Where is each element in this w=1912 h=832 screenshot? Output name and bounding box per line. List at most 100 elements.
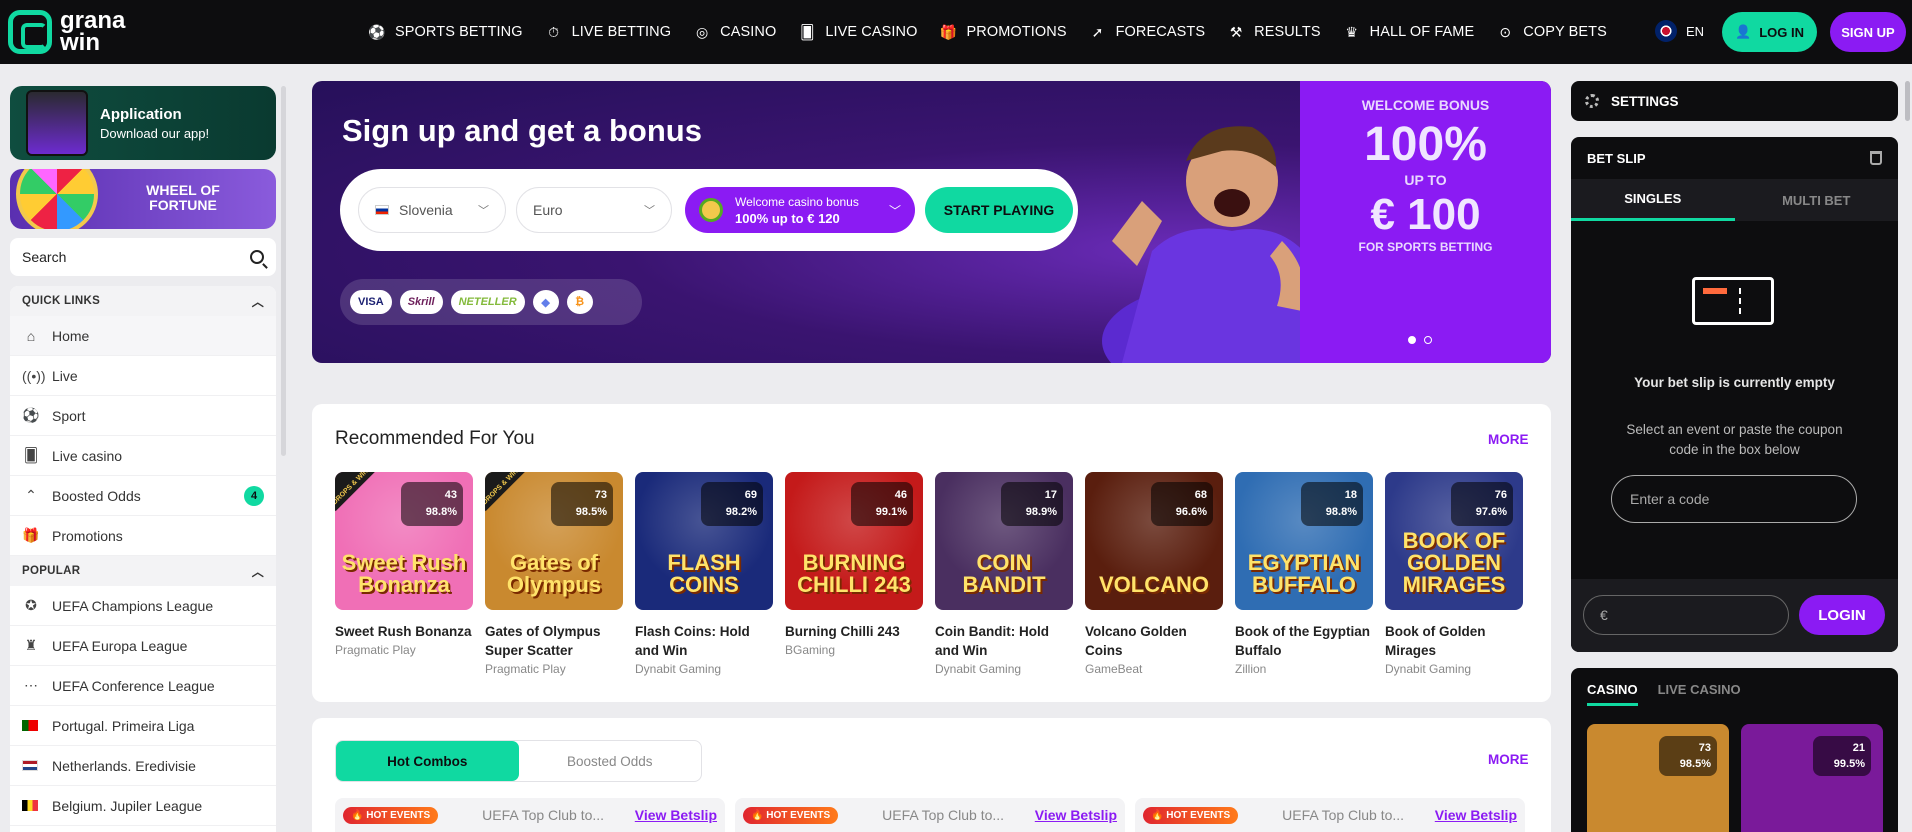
game-card[interactable]: 68 96.6% VOLCANO Volcano Golden Coins GameBe…: [1085, 472, 1223, 676]
trash-icon[interactable]: [1870, 151, 1882, 165]
sidebar-item-conference-league[interactable]: ⋯ UEFA Conference League: [10, 666, 276, 706]
nav-copy-bets[interactable]: ⊙ COPY BETS: [1496, 23, 1607, 41]
rtp-value: 98.8%: [425, 506, 457, 518]
game-card[interactable]: 17 98.9% COIN BANDIT Coin Bandit: Hold and …: [935, 472, 1073, 676]
game-name[interactable]: Gates of Olympus Super Scatter: [485, 622, 623, 660]
page-scrollbar[interactable]: [1905, 81, 1910, 121]
game-thumbnail[interactable]: 18 98.8% EGYPTIAN BUFFALO: [1235, 472, 1373, 610]
game-name[interactable]: Flash Coins: Hold and Win: [635, 622, 773, 660]
game-name[interactable]: Book of the Egyptian Buffalo: [1235, 622, 1373, 660]
game-art-title: Gates of Olympus: [506, 550, 602, 597]
nav-results[interactable]: ⚒ RESULTS: [1227, 23, 1321, 41]
nav-live-casino[interactable]: 🂠 LIVE CASINO: [798, 23, 917, 41]
carousel-dot[interactable]: [1424, 336, 1432, 344]
game-card[interactable]: DROPS & WINS 73 98.5% Gates of Olympus Gates…: [485, 472, 623, 676]
coupon-code-input[interactable]: [1611, 475, 1857, 523]
combo-card[interactable]: 🔥 HOT EVENTS UEFA Top Club to... View Be…: [735, 798, 1125, 832]
tab-multi-bet[interactable]: MULTI BET: [1735, 179, 1899, 221]
game-thumbnail[interactable]: 46 99.1% BURNING CHILLI 243: [785, 472, 923, 610]
quick-links-header[interactable]: QUICK LINKS ︿: [10, 286, 276, 316]
sidebar-item-champions-league[interactable]: ✪ UEFA Champions League: [10, 586, 276, 626]
game-thumbnail[interactable]: DROPS & WINS 73 98.5% Gates of Olympus: [485, 472, 623, 610]
currency-select[interactable]: Euro ﹀: [516, 187, 672, 233]
settings-label: SETTINGS: [1611, 93, 1679, 109]
tab-casino[interactable]: CASINO: [1587, 682, 1638, 706]
game-thumbnail[interactable]: DROPS & WINS 43 98.8% Sweet Rush Bonanza: [335, 472, 473, 610]
view-betslip-link[interactable]: View Betslip: [1035, 807, 1117, 823]
tab-live-casino[interactable]: LIVE CASINO: [1658, 682, 1741, 706]
game-thumbnail[interactable]: 17 98.9% COIN BANDIT: [935, 472, 1073, 610]
nav-promotions[interactable]: 🎁 PROMOTIONS: [940, 23, 1067, 41]
game-provider: GameBeat: [1085, 662, 1143, 676]
sidebar-item-primeira-liga[interactable]: Portugal. Primeira Liga: [10, 706, 276, 746]
game-name[interactable]: Book of Golden Mirages: [1385, 622, 1523, 660]
start-playing-button[interactable]: START PLAYING: [925, 187, 1073, 233]
sidebar-search-input[interactable]: Search: [10, 238, 276, 276]
betslip-login-button[interactable]: LOGIN: [1799, 595, 1885, 635]
game-name[interactable]: Burning Chilli 243: [785, 622, 923, 641]
casino-panel-game-tile[interactable]: 21 99.5%: [1741, 724, 1883, 832]
recommended-more-link[interactable]: MORE: [1488, 432, 1529, 447]
settings-button[interactable]: SETTINGS: [1571, 81, 1898, 121]
nav-hall-of-fame[interactable]: ♛ HALL OF FAME: [1343, 23, 1475, 41]
combo-name: UEFA Top Club to...: [482, 807, 605, 823]
players-count: 68: [1194, 489, 1207, 501]
popular-header[interactable]: POPULAR ︿: [10, 556, 276, 586]
granawin-logo[interactable]: grana win: [8, 6, 168, 58]
game-thumbnail[interactable]: 68 96.6% VOLCANO: [1085, 472, 1223, 610]
language-selector[interactable]: EN: [1655, 20, 1704, 42]
view-betslip-link[interactable]: View Betslip: [1435, 807, 1517, 823]
tab-hot-combos[interactable]: Hot Combos: [336, 741, 519, 781]
bonus-select[interactable]: Welcome casino bonus 100% up to € 120 ﹀: [685, 187, 915, 233]
sidebar-item-live[interactable]: ((•)) Live: [10, 356, 276, 396]
view-betslip-link[interactable]: View Betslip: [635, 807, 717, 823]
game-card[interactable]: 76 97.6% BOOK OF GOLDEN MIRAGES Book of Gol…: [1385, 472, 1523, 676]
game-card[interactable]: 46 99.1% BURNING CHILLI 243 Burning Chilli …: [785, 472, 923, 657]
game-art-title: BOOK OF GOLDEN MIRAGES: [1402, 528, 1506, 597]
combo-card[interactable]: 🔥 HOT EVENTS UEFA Top Club to... View Be…: [335, 798, 725, 832]
sidebar-item-sport[interactable]: ⚽ Sport: [10, 396, 276, 436]
nav-sports-betting[interactable]: ⚽ SPORTS BETTING: [368, 23, 523, 41]
combo-card[interactable]: 🔥 HOT EVENTS UEFA Top Club to... View Be…: [1135, 798, 1525, 832]
sidebar-item-home[interactable]: ⌂ Home: [10, 316, 276, 356]
chevron-up-icon: ︿: [251, 564, 264, 579]
game-card[interactable]: DROPS & WINS 43 98.8% Sweet Rush Bonanza Swe…: [335, 472, 473, 657]
combos-more-link[interactable]: MORE: [1488, 752, 1529, 767]
game-name[interactable]: Coin Bandit: Hold and Win: [935, 622, 1073, 660]
game-card[interactable]: 69 98.2% FLASH COINS Flash Coins: Hold and …: [635, 472, 773, 676]
sidebar-item-eredivisie[interactable]: Netherlands. Eredivisie: [10, 746, 276, 786]
game-name[interactable]: Sweet Rush Bonanza: [335, 622, 473, 641]
nav-casino[interactable]: ◎ CASINO: [693, 23, 776, 41]
country-select[interactable]: Slovenia ﹀: [358, 187, 506, 233]
sidebar-item-live-casino[interactable]: 🂠 Live casino: [10, 436, 276, 476]
game-thumbnail[interactable]: 76 97.6% BOOK OF GOLDEN MIRAGES: [1385, 472, 1523, 610]
sidebar-item-europa-league[interactable]: ♜ UEFA Europa League: [10, 626, 276, 666]
live-icon: ((•)): [22, 367, 46, 384]
app-download-card[interactable]: Application Download our app!: [10, 86, 276, 160]
signup-button[interactable]: SIGN UP: [1830, 12, 1906, 52]
nav-live-betting[interactable]: ⏱ LIVE BETTING: [545, 23, 672, 41]
sidebar-list-panel: QUICK LINKS ︿ ⌂ Home ((•)) Live ⚽ Sport 🂠 Li…: [10, 286, 276, 832]
left-sidebar: Application Download our app! WHEEL OF F…: [10, 86, 276, 832]
welcome-bonus-panel[interactable]: WELCOME BONUS 100% UP TO € 100 FOR SPORT…: [1300, 81, 1551, 363]
wheel-of-fortune-card[interactable]: WHEEL OF FORTUNE: [10, 169, 276, 229]
sidebar-item-boosted-odds[interactable]: ⌃ Boosted Odds 4: [10, 476, 276, 516]
casino-panel-game-tile[interactable]: 73 98.5%: [1587, 724, 1729, 832]
sidebar-item-label: Promotions: [52, 527, 123, 544]
tab-boosted-odds[interactable]: Boosted Odds: [519, 741, 702, 781]
bonus-amount: € 100: [1370, 190, 1481, 239]
search-icon[interactable]: [250, 250, 264, 264]
login-button[interactable]: 👤 LOG IN: [1722, 12, 1817, 52]
sidebar-item-promotions[interactable]: 🎁 Promotions: [10, 516, 276, 556]
nav-forecasts[interactable]: ➚ FORECASTS: [1089, 23, 1206, 41]
sidebar-scrollbar[interactable]: [281, 86, 286, 456]
flag-belgium-icon: [22, 800, 38, 811]
search-placeholder: Search: [22, 249, 67, 265]
game-thumbnail[interactable]: 69 98.2% FLASH COINS: [635, 472, 773, 610]
game-name[interactable]: Volcano Golden Coins: [1085, 622, 1223, 660]
game-card[interactable]: 18 98.8% EGYPTIAN BUFFALO Book of the Egypt…: [1235, 472, 1373, 676]
stake-amount-input[interactable]: [1583, 595, 1789, 635]
sidebar-item-jupiler-league[interactable]: Belgium. Jupiler League: [10, 786, 276, 826]
tab-singles[interactable]: SINGLES: [1571, 179, 1735, 221]
carousel-dot[interactable]: [1408, 336, 1416, 344]
